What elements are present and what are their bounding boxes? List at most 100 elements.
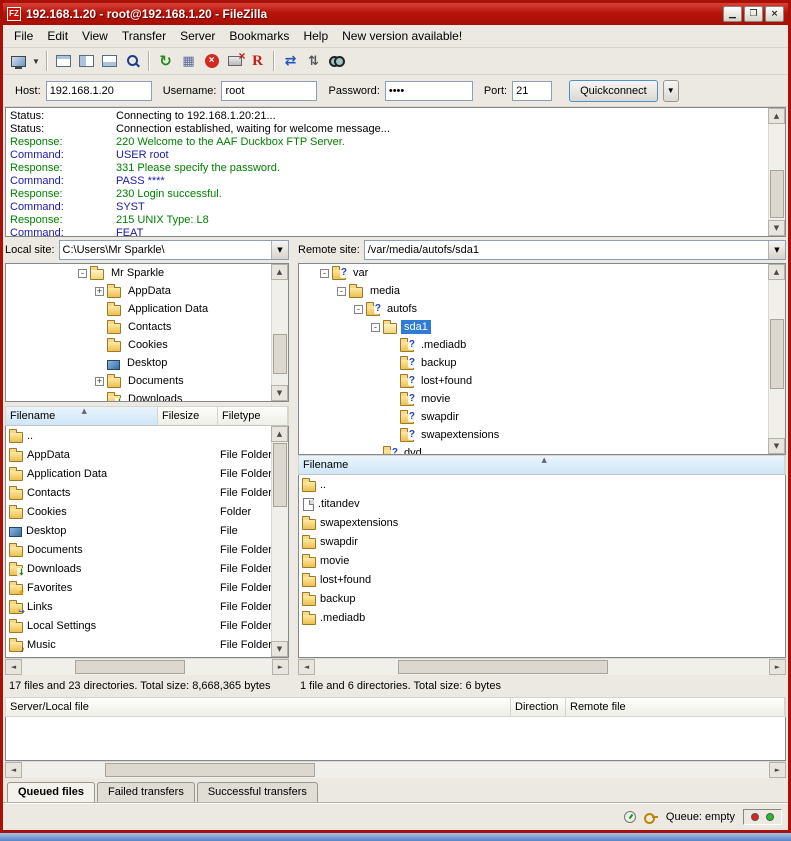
scroll-up-icon[interactable]: ▲	[271, 426, 288, 442]
tree-item[interactable]: AppData	[6, 282, 288, 300]
file-row[interactable]: ..	[299, 475, 785, 494]
tree-item[interactable]: var	[299, 264, 785, 282]
scroll-left-icon[interactable]: ◄	[298, 659, 315, 675]
file-row[interactable]: Application Data File Folder	[6, 464, 288, 483]
file-row[interactable]: Music File Folder	[6, 635, 288, 654]
remote-tree-scrollbar[interactable]: ▲ ▼	[768, 264, 785, 454]
tree-item[interactable]: sda1	[299, 318, 785, 336]
menu-item[interactable]: Help	[296, 26, 335, 46]
minimize-button[interactable]: ▁	[723, 6, 742, 22]
expander-icon[interactable]	[320, 269, 329, 278]
column-header-filesize[interactable]: Filesize	[158, 407, 218, 425]
toggle-queue-icon[interactable]	[121, 50, 144, 73]
scroll-down-icon[interactable]: ▼	[768, 220, 785, 236]
local-list-scrollbar[interactable]: ▲ ▼	[271, 426, 288, 657]
file-row[interactable]: Favorites File Folder	[6, 578, 288, 597]
remote-site-combo[interactable]: /var/media/autofs/sda1 ▼	[364, 240, 786, 260]
file-row[interactable]: Documents File Folder	[6, 540, 288, 559]
expander-icon[interactable]	[337, 287, 346, 296]
reconnect-icon[interactable]: R	[246, 50, 269, 73]
file-row[interactable]: swapdir	[299, 532, 785, 551]
tree-item[interactable]: movie	[299, 390, 785, 408]
tree-item[interactable]: backup	[299, 354, 785, 372]
log-scrollbar[interactable]: ▲ ▼	[768, 108, 785, 236]
file-row[interactable]: Contacts File Folder	[6, 483, 288, 502]
file-row[interactable]: Downloads File Folder	[6, 559, 288, 578]
tree-item[interactable]: lost+found	[299, 372, 785, 390]
chevron-down-icon[interactable]: ▼	[768, 241, 785, 259]
site-manager-dropdown-icon[interactable]: ▼	[30, 50, 42, 73]
title-bar[interactable]: FZ 192.168.1.20 - root@192.168.1.20 - Fi…	[3, 3, 788, 25]
toggle-message-log-icon[interactable]	[52, 50, 75, 73]
tree-item[interactable]: Cookies	[6, 336, 288, 354]
speed-gauge-icon[interactable]	[624, 811, 636, 823]
chevron-down-icon[interactable]: ▼	[271, 241, 288, 259]
column-header-filetype[interactable]: Filetype	[218, 407, 288, 425]
quickconnect-button[interactable]: Quickconnect	[569, 80, 658, 102]
scroll-right-icon[interactable]: ►	[769, 762, 786, 778]
file-row[interactable]: Links File Folder	[6, 597, 288, 616]
refresh-icon[interactable]: ↻	[154, 50, 177, 73]
scrollbar-thumb[interactable]	[398, 660, 608, 674]
tree-item[interactable]: swapextensions	[299, 426, 785, 444]
tree-item[interactable]: swapdir	[299, 408, 785, 426]
local-site-combo[interactable]: C:\Users\Mr Sparkle\ ▼	[59, 240, 289, 260]
host-input[interactable]	[46, 81, 152, 101]
port-input[interactable]	[512, 81, 552, 101]
expander-icon[interactable]	[354, 305, 363, 314]
file-row[interactable]: AppData File Folder	[6, 445, 288, 464]
tree-item[interactable]: Contacts	[6, 318, 288, 336]
message-log[interactable]: Status: Connecting to 192.168.1.20:21...…	[5, 107, 786, 237]
file-row[interactable]: .mediadb	[299, 608, 785, 627]
file-row[interactable]: Cookies Folder	[6, 502, 288, 521]
column-header-direction[interactable]: Direction	[511, 698, 566, 716]
scroll-down-icon[interactable]: ▼	[271, 641, 288, 657]
scroll-down-icon[interactable]: ▼	[768, 438, 785, 454]
tree-item[interactable]: autofs	[299, 300, 785, 318]
queue-hscrollbar[interactable]: ◄ ►	[5, 761, 786, 778]
queue-tab[interactable]: Failed transfers	[97, 782, 195, 802]
local-list-hscrollbar[interactable]: ◄ ►	[5, 658, 289, 675]
scroll-left-icon[interactable]: ◄	[5, 659, 22, 675]
scrollbar-thumb[interactable]	[75, 660, 185, 674]
scroll-up-icon[interactable]: ▲	[271, 264, 288, 280]
scrollbar-thumb[interactable]	[105, 763, 315, 777]
scroll-right-icon[interactable]: ►	[769, 659, 786, 675]
close-button[interactable]: ×	[765, 6, 784, 22]
scrollbar-thumb[interactable]	[273, 334, 287, 374]
scroll-right-icon[interactable]: ►	[272, 659, 289, 675]
file-row[interactable]: swapextensions	[299, 513, 785, 532]
tree-item[interactable]: Documents	[6, 372, 288, 390]
expander-icon[interactable]	[371, 323, 380, 332]
tree-item[interactable]: Desktop	[6, 354, 288, 372]
expander-icon[interactable]	[95, 287, 104, 296]
toggle-local-tree-icon[interactable]	[75, 50, 98, 73]
file-row[interactable]: lost+found	[299, 570, 785, 589]
menu-item[interactable]: File	[7, 26, 40, 46]
scroll-up-icon[interactable]: ▲	[768, 264, 785, 280]
scrollbar-thumb[interactable]	[770, 170, 784, 218]
maximize-button[interactable]: ❐	[744, 6, 763, 22]
process-queue-icon[interactable]: ▦	[177, 50, 200, 73]
file-row[interactable]: ..	[6, 426, 288, 445]
password-input[interactable]	[385, 81, 473, 101]
column-header-filename[interactable]: Filename▲	[6, 407, 158, 425]
menu-item[interactable]: Bookmarks	[222, 26, 296, 46]
disconnect-icon[interactable]	[223, 50, 246, 73]
synchronized-browsing-icon[interactable]: ⇅	[302, 50, 325, 73]
tree-item[interactable]: Application Data	[6, 300, 288, 318]
local-file-list[interactable]: .. AppData File Folder Application Data	[5, 426, 289, 658]
expander-icon[interactable]	[78, 269, 87, 278]
menu-item[interactable]: Server	[173, 26, 222, 46]
menu-item[interactable]: New version available!	[335, 26, 469, 46]
remote-file-list[interactable]: .. .titandev swapextensions swapdir	[298, 475, 786, 658]
queue-body[interactable]	[5, 717, 786, 761]
column-header-server-local-file[interactable]: Server/Local file	[6, 698, 511, 716]
expander-icon[interactable]	[95, 377, 104, 386]
tree-item[interactable]: Mr Sparkle	[6, 264, 288, 282]
file-row[interactable]: .titandev	[299, 494, 785, 513]
local-tree[interactable]: Mr Sparkle AppData Application Data	[5, 263, 289, 402]
tree-item[interactable]: media	[299, 282, 785, 300]
menu-item[interactable]: View	[75, 26, 115, 46]
site-manager-icon[interactable]	[7, 50, 30, 73]
